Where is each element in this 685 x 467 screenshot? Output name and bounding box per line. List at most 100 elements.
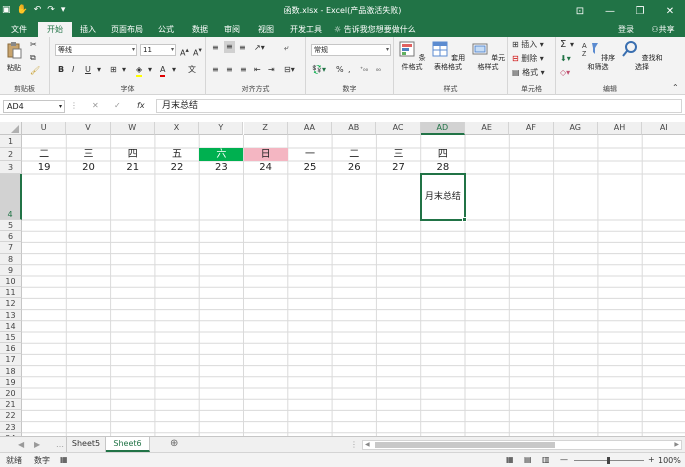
normal-view-icon[interactable]: ▦ — [506, 455, 514, 465]
cell[interactable]: 21 — [111, 161, 155, 174]
sheet-tab-sheet6[interactable]: Sheet6 — [106, 437, 150, 452]
column-header[interactable]: AA — [287, 122, 333, 135]
page-layout-view-icon[interactable]: ▤ — [524, 455, 532, 465]
row-header[interactable]: 1 — [0, 135, 22, 148]
cell[interactable]: 日 — [243, 148, 288, 161]
copy-icon[interactable]: ⧉ — [30, 53, 36, 63]
cell[interactable]: 23 — [199, 161, 243, 174]
row-header[interactable]: 23 — [0, 421, 22, 433]
column-header[interactable]: U — [22, 122, 67, 135]
cancel-icon[interactable]: ✕ — [92, 101, 99, 111]
insert-function-icon[interactable]: fx — [137, 101, 145, 111]
column-header[interactable]: AH — [597, 122, 643, 135]
column-header[interactable]: AD — [420, 122, 465, 135]
column-header[interactable]: W — [110, 122, 155, 135]
collapse-ribbon-icon[interactable]: ⌃ — [672, 83, 679, 93]
format-painter-icon[interactable]: 🖌 — [30, 66, 40, 76]
row-header[interactable]: 20 — [0, 388, 22, 400]
row-header[interactable]: 21 — [0, 399, 22, 411]
row-header[interactable]: 10 — [0, 276, 22, 288]
number-format-select[interactable]: 常规 ▾ — [311, 44, 391, 56]
decrease-indent-icon[interactable]: ⇤ — [254, 65, 261, 75]
page-break-view-icon[interactable]: ▥ — [542, 455, 550, 465]
row-header[interactable]: 8 — [0, 253, 22, 265]
row-header[interactable]: 13 — [0, 309, 22, 321]
chevron-down-icon[interactable]: ▾ — [570, 40, 574, 50]
active-cell[interactable] — [419, 173, 466, 221]
row-header[interactable]: 6 — [0, 231, 22, 243]
cell[interactable]: 五 — [155, 148, 199, 161]
cell[interactable]: 26 — [332, 161, 376, 174]
prev-sheet-icon[interactable]: ◀ — [18, 440, 24, 450]
zoom-out-icon[interactable]: — — [560, 455, 568, 465]
underline-icon[interactable]: U — [85, 65, 91, 75]
format-as-table-button[interactable]: 套用 表格格式 — [430, 40, 466, 72]
cell[interactable]: 22 — [155, 161, 199, 174]
align-right-icon[interactable]: ≡ — [240, 65, 247, 75]
tab-home[interactable]: 开始 — [38, 22, 72, 37]
zoom-level[interactable]: 100% — [658, 456, 681, 466]
borders-icon[interactable]: ⊞ — [110, 65, 117, 75]
increase-indent-icon[interactable]: ⇥ — [268, 65, 275, 75]
column-header[interactable]: V — [66, 122, 111, 135]
delete-button[interactable]: ⊟ 删除 ▾ — [512, 54, 544, 64]
row-header[interactable]: 2 — [0, 148, 22, 161]
row-header[interactable]: 17 — [0, 354, 22, 366]
italic-icon[interactable]: I — [72, 65, 74, 75]
cell[interactable]: 20 — [66, 161, 110, 174]
tab-data[interactable]: 数据 — [186, 22, 214, 37]
tab-developer[interactable]: 开发工具 — [286, 22, 326, 37]
tab-formulas[interactable]: 公式 — [152, 22, 180, 37]
next-sheet-icon[interactable]: ▶ — [34, 440, 40, 450]
clear-icon[interactable]: ◇▾ — [560, 68, 570, 78]
merge-center-icon[interactable]: ⊟▾ — [284, 65, 295, 75]
scroll-left-icon[interactable]: ◀ — [365, 440, 370, 450]
font-name-select[interactable]: 等线 ▾ — [55, 44, 137, 56]
currency-icon[interactable]: 💱▾ — [312, 65, 326, 75]
row-header[interactable]: 9 — [0, 264, 22, 276]
row-header[interactable]: 3 — [0, 161, 22, 174]
cell[interactable]: 四 — [421, 148, 465, 161]
find-select-button[interactable]: 查找和选择 — [620, 40, 664, 72]
cell[interactable]: 三 — [376, 148, 420, 161]
column-header[interactable]: AB — [332, 122, 377, 135]
column-header[interactable]: Z — [243, 122, 288, 135]
close-icon[interactable]: ✕ — [655, 0, 685, 22]
scrollbar-thumb[interactable] — [375, 442, 555, 448]
tell-me-box[interactable]: ☼ 告诉我您想要做什么 — [334, 22, 444, 37]
zoom-thumb[interactable] — [607, 457, 610, 464]
scroll-right-icon[interactable]: ▶ — [674, 440, 679, 450]
cell[interactable]: 24 — [244, 161, 288, 174]
cell[interactable]: 25 — [288, 161, 332, 174]
chevron-down-icon[interactable]: ▾ — [122, 65, 126, 75]
cell[interactable]: 六 — [199, 148, 244, 161]
align-bottom-icon[interactable]: ≡ — [239, 43, 246, 53]
zoom-slider[interactable] — [574, 457, 644, 464]
cell[interactable]: 四 — [111, 148, 155, 161]
column-header[interactable]: AC — [376, 122, 421, 135]
share-button[interactable]: ⚇共享 — [644, 22, 682, 37]
paste-button[interactable]: 粘贴 — [3, 41, 25, 73]
chevron-down-icon[interactable]: ▾ — [97, 65, 101, 75]
cell[interactable]: 二 — [332, 148, 376, 161]
row-header[interactable]: 18 — [0, 365, 22, 377]
align-top-icon[interactable]: ≡ — [212, 43, 219, 53]
column-header[interactable]: AG — [553, 122, 598, 135]
chevron-down-icon[interactable]: ▾ — [172, 65, 176, 75]
cell[interactable]: 二 — [22, 148, 66, 161]
ribbon-display-icon[interactable]: ⊡ — [565, 0, 595, 22]
fill-icon[interactable]: ⬇▾ — [560, 54, 571, 64]
column-header[interactable]: AF — [509, 122, 554, 135]
row-header[interactable]: 4 — [0, 174, 22, 220]
grow-font-icon[interactable]: A▴ — [180, 45, 189, 59]
orientation-icon[interactable]: ↗▾ — [254, 43, 265, 53]
cell[interactable]: 三 — [66, 148, 110, 161]
shrink-font-icon[interactable]: A▾ — [193, 45, 202, 59]
conditional-format-button[interactable]: 条件格式 — [396, 40, 428, 72]
more-sheets-icon[interactable]: … — [56, 440, 64, 450]
sort-filter-button[interactable]: AZ 排序和筛选 — [578, 40, 618, 72]
select-all-corner[interactable] — [0, 122, 22, 135]
autosum-icon[interactable]: Σ — [560, 40, 566, 50]
row-header[interactable]: 7 — [0, 242, 22, 254]
cell[interactable]: 27 — [376, 161, 420, 174]
